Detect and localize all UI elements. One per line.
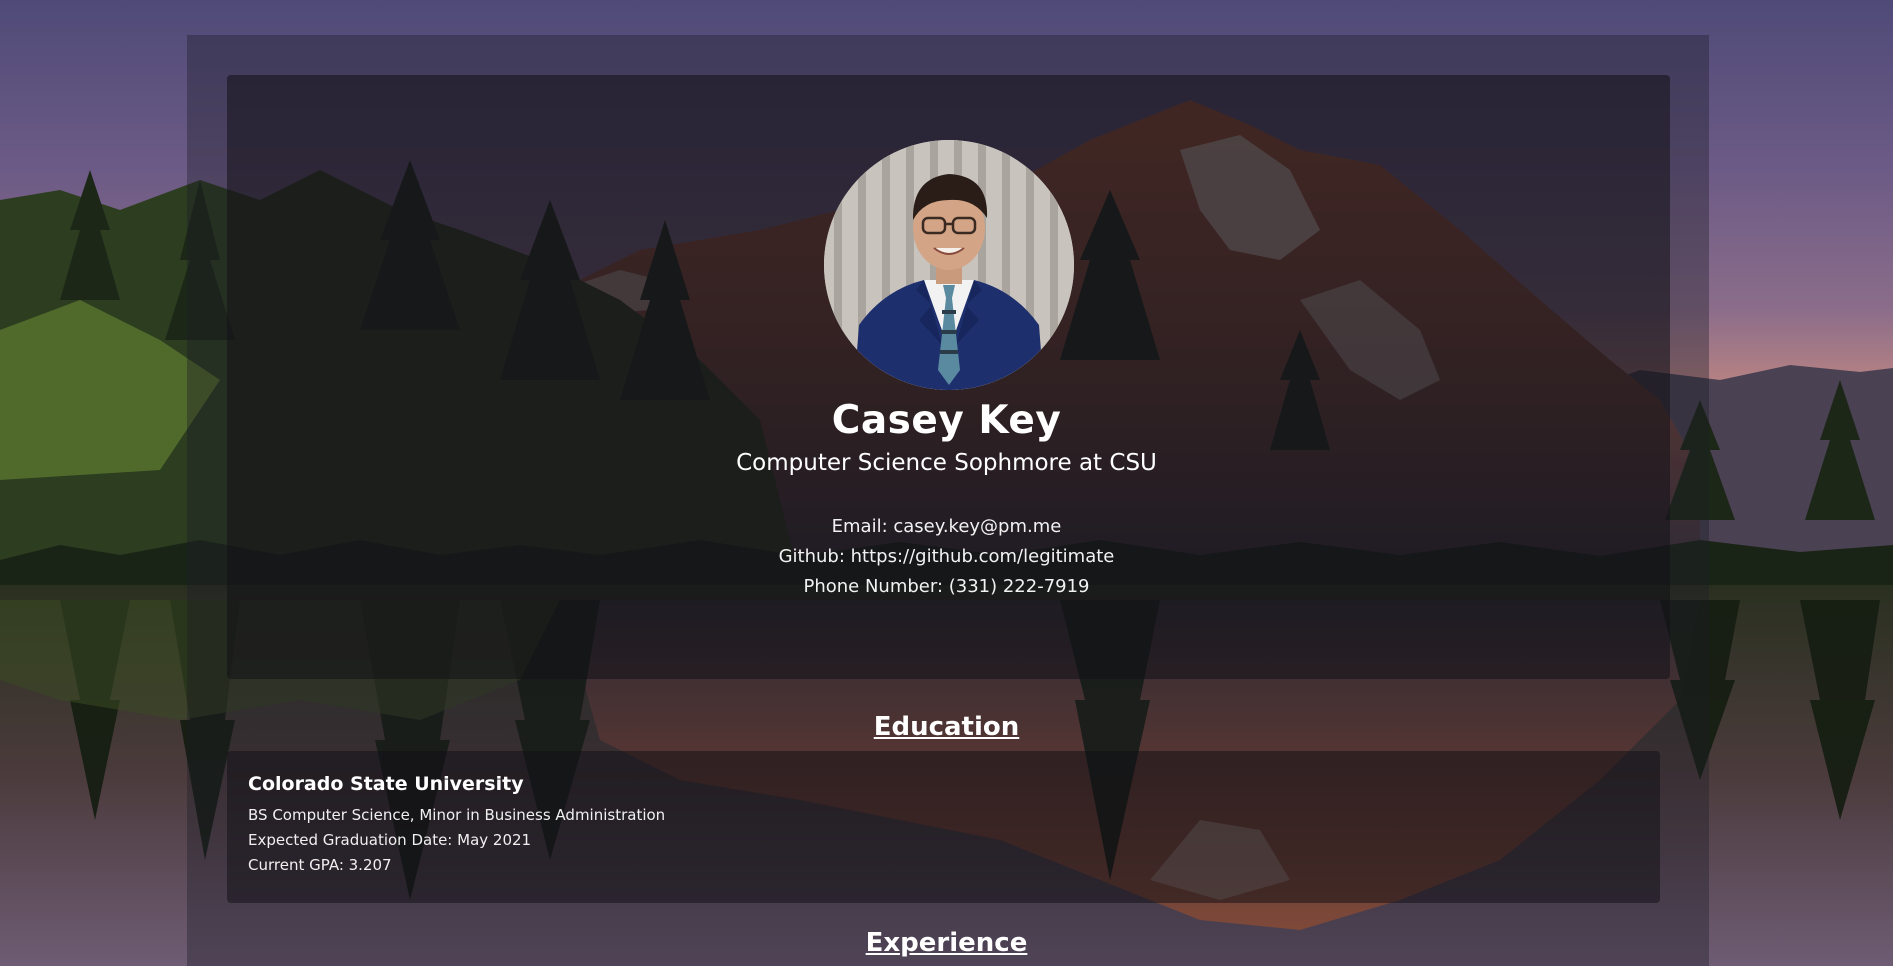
person-portrait-image (824, 140, 1074, 390)
profile-name: Casey Key (831, 398, 1062, 443)
experience-heading: Experience (865, 928, 1028, 958)
profile-tagline: Computer Science Sophmore at CSU (736, 450, 1157, 476)
education-school: Colorado State University (248, 773, 524, 795)
contact-github: Github: https://github.com/legitimate (778, 546, 1115, 567)
education-degree: BS Computer Science, Minor in Business A… (248, 806, 666, 824)
profile-photo (824, 140, 1074, 390)
contact-email: Email: casey.key@pm.me (831, 516, 1062, 537)
education-graduation: Expected Graduation Date: May 2021 (248, 831, 532, 849)
education-gpa: Current GPA: 3.207 (248, 856, 392, 874)
education-heading: Education (873, 712, 1020, 742)
contact-phone: Phone Number: (331) 222-7919 (803, 576, 1090, 597)
